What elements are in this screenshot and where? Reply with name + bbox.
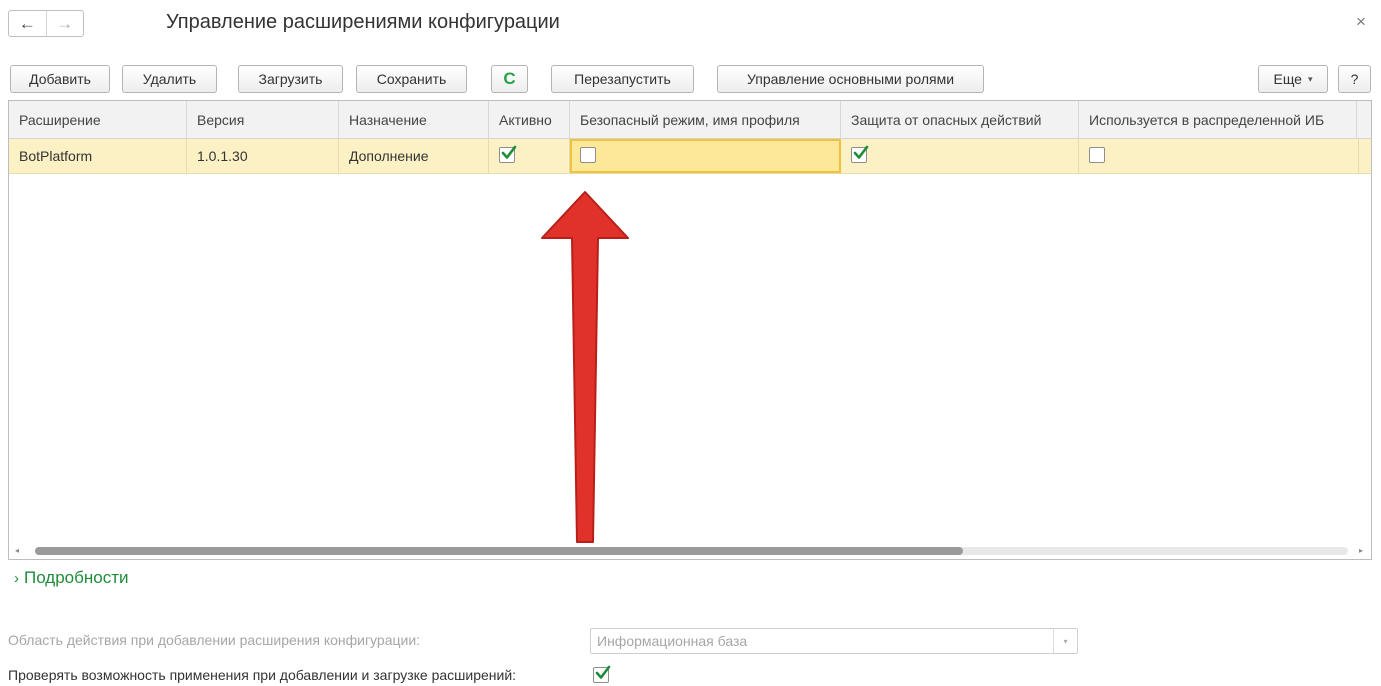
checkmark-icon <box>853 145 869 159</box>
back-button[interactable]: ← <box>9 11 46 36</box>
column-header-distributed-ib[interactable]: Используется в распределенной ИБ <box>1079 101 1357 139</box>
delete-button[interactable]: Удалить <box>122 65 217 93</box>
column-header-safe-mode[interactable]: Безопасный режим, имя профиля <box>570 101 841 139</box>
close-icon: × <box>1356 12 1366 31</box>
more-menu-button[interactable]: Еще ▾ <box>1258 65 1328 93</box>
check-applicability-checkbox[interactable] <box>593 665 611 683</box>
cell-distributed-ib[interactable] <box>1079 139 1359 173</box>
check-applicability-label: Проверять возможность применения при доб… <box>8 667 517 683</box>
extensions-table: Расширение Версия Назначение Активно Без… <box>8 100 1372 560</box>
page-title: Управление расширениями конфигурации <box>166 11 560 33</box>
close-button[interactable]: × <box>1356 12 1366 32</box>
add-button[interactable]: Добавить <box>10 65 110 93</box>
column-header-danger-protection[interactable]: Защита от опасных действий <box>841 101 1079 139</box>
cell-active[interactable] <box>489 139 570 173</box>
scroll-right-icon[interactable]: ▸ <box>1359 542 1363 559</box>
table-row[interactable]: BotPlatform 1.0.1.30 Дополнение <box>9 139 1371 174</box>
checkmark-icon <box>501 145 517 159</box>
cell-safe-mode[interactable] <box>570 139 841 173</box>
restart-button[interactable]: Перезапустить <box>551 65 694 93</box>
cell-danger-protection[interactable] <box>841 139 1079 173</box>
scope-value: Информационная база <box>597 633 748 649</box>
refresh-icon: C <box>503 69 516 88</box>
save-button[interactable]: Сохранить <box>356 65 467 93</box>
chevron-down-icon: ▾ <box>1307 73 1313 84</box>
danger-protection-checkbox[interactable] <box>851 145 869 163</box>
chevron-right-icon: › <box>14 570 19 587</box>
arrow-right-icon: → <box>56 13 74 33</box>
scroll-left-icon[interactable]: ◂ <box>15 542 19 559</box>
dropdown-arrow-icon[interactable]: ▾ <box>1053 629 1077 653</box>
red-arrow-annotation <box>541 191 629 543</box>
active-checkbox[interactable] <box>499 145 517 163</box>
arrow-left-icon: ← <box>18 13 36 33</box>
navigation-group: ← → <box>8 10 84 37</box>
column-header-active[interactable]: Активно <box>489 101 570 139</box>
details-label: Подробности <box>24 568 129 587</box>
more-label: Еще <box>1273 71 1302 87</box>
checkmark-icon <box>595 665 611 679</box>
column-header-extension[interactable]: Расширение <box>9 101 187 139</box>
help-button[interactable]: ? <box>1338 65 1371 93</box>
distributed-ib-checkbox[interactable] <box>1089 147 1105 163</box>
scope-select[interactable]: Информационная база ▾ <box>590 628 1078 654</box>
cell-extension-name[interactable]: BotPlatform <box>9 139 187 173</box>
load-button[interactable]: Загрузить <box>238 65 343 93</box>
cell-purpose[interactable]: Дополнение <box>339 139 489 173</box>
column-header-version[interactable]: Версия <box>187 101 339 139</box>
table-header: Расширение Версия Назначение Активно Без… <box>9 101 1371 139</box>
forward-button[interactable]: → <box>45 11 84 36</box>
column-header-purpose[interactable]: Назначение <box>339 101 489 139</box>
scrollbar-thumb[interactable] <box>35 547 963 555</box>
horizontal-scrollbar[interactable]: ◂ ▸ <box>9 542 1371 559</box>
manage-roles-button[interactable]: Управление основными ролями <box>717 65 984 93</box>
cell-version[interactable]: 1.0.1.30 <box>187 139 339 173</box>
safe-mode-checkbox[interactable] <box>580 147 596 163</box>
scope-label: Область действия при добавлении расширен… <box>8 632 421 648</box>
refresh-button[interactable]: C <box>491 65 528 93</box>
details-toggle[interactable]: › Подробности <box>14 568 129 588</box>
